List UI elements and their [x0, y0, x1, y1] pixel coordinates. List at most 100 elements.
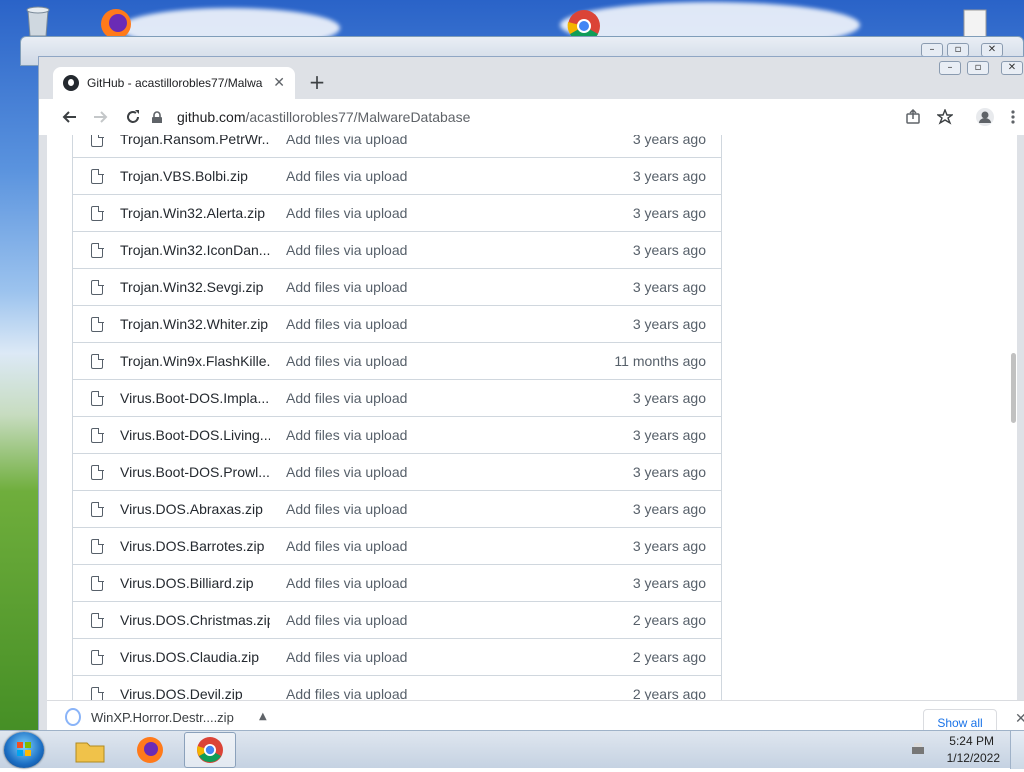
file-name-link[interactable]: Trojan.Win32.Alerta.zip — [120, 205, 270, 221]
file-icon — [91, 686, 104, 700]
commit-message-link[interactable]: Add files via upload — [286, 168, 407, 184]
commit-message-link[interactable]: Add files via upload — [286, 427, 407, 443]
table-row[interactable]: Virus.DOS.Billiard.zip Add files via uplo… — [73, 564, 721, 601]
back-maximize-button[interactable]: ▫ — [947, 43, 969, 57]
minimize-button[interactable]: – — [939, 61, 961, 75]
file-icon — [91, 575, 104, 591]
commit-message-link[interactable]: Add files via upload — [286, 353, 407, 369]
table-row[interactable]: Virus.DOS.Christmas.zip Add files via upl… — [73, 601, 721, 638]
file-name-link[interactable]: Trojan.Win9x.FlashKille... — [120, 353, 270, 369]
file-name-link[interactable]: Virus.DOS.Abraxas.zip — [120, 501, 270, 517]
commit-message-link[interactable]: Add files via upload — [286, 279, 407, 295]
commit-message-link[interactable]: Add files via upload — [286, 464, 407, 480]
scrollbar-thumb[interactable] — [1011, 353, 1016, 423]
maximize-button[interactable]: ▫ — [967, 61, 989, 75]
folder-icon — [75, 742, 105, 763]
file-name-link[interactable]: Virus.DOS.Christmas.zip — [120, 612, 270, 628]
table-row[interactable]: Trojan.Win32.Alerta.zip Add files via upl… — [73, 194, 721, 231]
commit-message-link[interactable]: Add files via upload — [286, 205, 407, 221]
reload-button[interactable] — [119, 103, 147, 131]
file-icon — [91, 501, 104, 517]
commit-message-link[interactable]: Add files via upload — [286, 135, 407, 147]
start-button[interactable] — [4, 732, 44, 768]
table-row[interactable]: Virus.Boot-DOS.Impla... Add files via upl… — [73, 379, 721, 416]
table-row[interactable]: Trojan.Win9x.FlashKille... Add files via … — [73, 342, 721, 379]
bookmark-button[interactable] — [929, 103, 961, 131]
share-button[interactable] — [897, 103, 929, 131]
chevron-up-icon[interactable]: ▲ — [259, 711, 267, 722]
share-icon — [906, 109, 920, 124]
url-path: /acastillorobles77/MalwareDatabase — [245, 109, 471, 125]
file-name-link[interactable]: Virus.DOS.Devil.zip — [120, 686, 270, 700]
close-icon[interactable]: ✕ — [1015, 711, 1024, 727]
file-name-link[interactable]: Trojan.Win32.IconDan... — [120, 242, 270, 258]
tab-close-icon[interactable]: ✕ — [273, 75, 285, 91]
file-age: 3 years ago — [632, 205, 706, 221]
firefox-desktop-icon[interactable] — [96, 4, 136, 40]
scrollbar[interactable] — [1009, 135, 1017, 700]
commit-message-link[interactable]: Add files via upload — [286, 612, 407, 628]
file-name-link[interactable]: Virus.DOS.Barrotes.zip — [120, 538, 270, 554]
star-icon — [937, 109, 953, 125]
table-row[interactable]: Virus.DOS.Barrotes.zip Add files via uplo… — [73, 527, 721, 564]
profile-button[interactable] — [969, 103, 1001, 131]
commit-message-link[interactable]: Add files via upload — [286, 649, 407, 665]
toolbar-actions — [897, 99, 1024, 135]
table-row[interactable]: Trojan.VBS.Bolbi.zip Add files via upload… — [73, 157, 721, 194]
file-name-link[interactable]: Trojan.Win32.Whiter.zip — [120, 316, 270, 332]
clock-date[interactable]: 1/12/2022 — [947, 751, 1000, 765]
table-row[interactable]: Virus.DOS.Claudia.zip Add files via uploa… — [73, 638, 721, 675]
show-desktop-button[interactable] — [1010, 731, 1024, 769]
new-tab-button[interactable]: + — [305, 71, 329, 95]
commit-message-link[interactable]: Add files via upload — [286, 242, 407, 258]
back-close-button[interactable]: ✕ — [981, 43, 1003, 57]
table-row[interactable]: Trojan.Win32.Sevgi.zip Add files via uplo… — [73, 268, 721, 305]
tab-strip: GitHub - acastillorobles77/Malwa ✕ + – ▫… — [39, 57, 1024, 99]
chrome-icon — [197, 737, 223, 763]
commit-message-link[interactable]: Add files via upload — [286, 316, 407, 332]
file-name-link[interactable]: Virus.Boot-DOS.Prowl... — [120, 464, 270, 480]
file-icon — [91, 464, 104, 480]
tab-github[interactable]: GitHub - acastillorobles77/Malwa ✕ — [53, 67, 295, 99]
table-row[interactable]: Trojan.Ransom.PetrWr... Add files via upl… — [73, 135, 721, 157]
file-name-link[interactable]: Virus.DOS.Claudia.zip — [120, 649, 270, 665]
url-text: github.com/acastillorobles77/MalwareData… — [177, 109, 470, 125]
recycle-bin-icon[interactable] — [20, 4, 60, 40]
commit-message-link[interactable]: Add files via upload — [286, 390, 407, 406]
file-name-link[interactable]: Virus.Boot-DOS.Living... — [120, 427, 270, 443]
table-row[interactable]: Virus.Boot-DOS.Prowl... Add files via upl… — [73, 453, 721, 490]
commit-message-link[interactable]: Add files via upload — [286, 575, 407, 591]
reload-icon — [127, 110, 139, 123]
file-name-link[interactable]: Virus.Boot-DOS.Impla... — [120, 390, 270, 406]
close-button[interactable]: ✕ — [1001, 61, 1023, 75]
back-minimize-button[interactable]: – — [921, 43, 943, 57]
commit-message-link[interactable]: Add files via upload — [286, 686, 407, 700]
table-row[interactable]: Virus.DOS.Abraxas.zip Add files via uploa… — [73, 490, 721, 527]
forward-button[interactable] — [87, 103, 115, 131]
file-name-link[interactable]: Virus.DOS.Billiard.zip — [120, 575, 270, 591]
file-age: 3 years ago — [632, 390, 706, 406]
table-row[interactable]: Virus.DOS.Devil.zip Add files via upload 2… — [73, 675, 721, 700]
back-button[interactable] — [55, 103, 83, 131]
file-name-link[interactable]: Trojan.Ransom.PetrWr... — [120, 135, 270, 147]
table-row[interactable]: Trojan.Win32.IconDan... Add files via upl… — [73, 231, 721, 268]
taskbar-explorer[interactable] — [64, 732, 116, 768]
table-row[interactable]: Virus.Boot-DOS.Living... Add files via up… — [73, 416, 721, 453]
clock-time[interactable]: 5:24 PM — [949, 734, 994, 748]
commit-message-link[interactable]: Add files via upload — [286, 501, 407, 517]
file-name-link[interactable]: Trojan.VBS.Bolbi.zip — [120, 168, 270, 184]
file-name-link[interactable]: Trojan.Win32.Sevgi.zip — [120, 279, 270, 295]
file-age: 2 years ago — [632, 649, 706, 665]
taskbar-chrome[interactable] — [184, 732, 236, 768]
taskbar-firefox[interactable] — [124, 732, 176, 768]
address-bar[interactable]: github.com/acastillorobles77/MalwareData… — [151, 102, 951, 132]
kebab-menu-icon — [1011, 110, 1015, 124]
file-age: 3 years ago — [632, 316, 706, 332]
table-row[interactable]: Trojan.Win32.Whiter.zip Add files via upl… — [73, 305, 721, 342]
printer-icon[interactable] — [910, 742, 926, 758]
windows-logo-icon — [17, 742, 31, 756]
url-host: github.com — [177, 109, 246, 125]
commit-message-link[interactable]: Add files via upload — [286, 538, 407, 554]
menu-button[interactable] — [1001, 103, 1024, 131]
download-item[interactable]: WinXP.Horror.Destr....zip — [65, 708, 234, 726]
